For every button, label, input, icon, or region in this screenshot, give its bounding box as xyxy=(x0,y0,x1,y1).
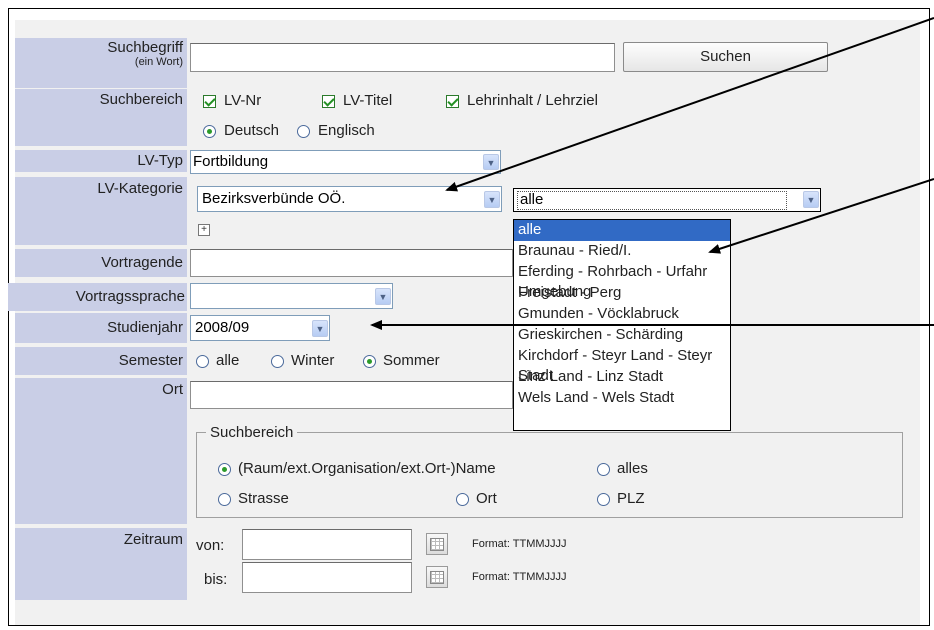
annotation-arrows xyxy=(370,17,934,330)
annotation-arrow-kategorie xyxy=(445,17,934,192)
annotation-arrow-dropdown xyxy=(708,178,934,254)
